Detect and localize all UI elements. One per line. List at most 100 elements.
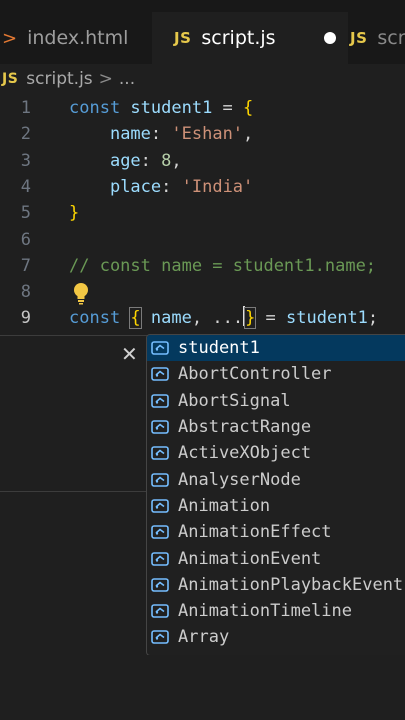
- code-token: ;: [367, 308, 379, 329]
- line-number: 7: [20, 255, 31, 276]
- suggestion-label: AbortController: [178, 364, 332, 385]
- code-line[interactable]: 4 place: 'India': [0, 174, 405, 200]
- code-line[interactable]: 1 const student1 = {: [0, 95, 405, 121]
- suggestion-label: student1: [178, 338, 260, 359]
- code-token: 'India': [181, 176, 254, 197]
- variable-icon: [147, 497, 178, 515]
- suggestion-item[interactable]: AbstractRange: [147, 414, 405, 440]
- suggestion-item[interactable]: AnalyserNode: [147, 467, 405, 493]
- code-line[interactable]: 3 age: 8,: [0, 148, 405, 174]
- suggestion-item[interactable]: Animation: [147, 493, 405, 519]
- suggestion-item[interactable]: student1: [147, 335, 405, 362]
- code-token: const: [69, 98, 131, 118]
- code-editor[interactable]: 1 const student1 = {2 name: 'Eshan', 3 age…: [0, 95, 405, 345]
- code-line[interactable]: 2 name: 'Eshan',: [0, 121, 405, 147]
- tab-index-html[interactable]: > index.html: [0, 12, 153, 64]
- js-icon: JS: [2, 71, 19, 87]
- html-chevron-icon: >: [2, 27, 18, 49]
- tab-script-partial[interactable]: JS scri: [328, 12, 405, 64]
- code-token: ,: [243, 124, 254, 145]
- code-text: age: 8,: [69, 148, 182, 174]
- suggestion-item[interactable]: AbortController: [147, 361, 405, 387]
- breadcrumb-more[interactable]: ...: [119, 69, 135, 89]
- code-token: :: [140, 150, 162, 171]
- breadcrumb-separator: >: [98, 69, 113, 89]
- code-token: place: [109, 176, 162, 197]
- line-number: 8: [20, 282, 31, 303]
- line-number: 1: [20, 98, 31, 118]
- suggest-widget: student1 AbortController AbortSignal Abstra…: [146, 334, 405, 656]
- suggestion-label: AbortSignal: [178, 390, 291, 411]
- tab-label: scri: [377, 27, 405, 49]
- variable-icon: [147, 339, 178, 357]
- line-number: 3: [20, 150, 31, 171]
- suggestion-label: AnalyserNode: [178, 469, 301, 490]
- suggestion-label: AnimationTimeline: [178, 601, 352, 622]
- code-text: name: 'Eshan',: [69, 121, 253, 147]
- code-token: =: [212, 98, 244, 118]
- js-icon: JS: [174, 29, 192, 47]
- code-line[interactable]: 8: [0, 279, 405, 305]
- code-token: 'Eshan': [171, 124, 244, 145]
- suggestion-label: ActiveXObject: [178, 443, 312, 464]
- suggestion-item[interactable]: AnimationEffect: [147, 519, 405, 545]
- code-text: }: [69, 200, 79, 226]
- code-token: =: [255, 308, 287, 329]
- code-line[interactable]: 9 const { name, ...} = student1;: [0, 305, 405, 331]
- code-token: // const name = student1.name;: [69, 255, 377, 276]
- tab-script-js[interactable]: JS script.js: [152, 12, 348, 64]
- code-token: }: [244, 307, 257, 330]
- close-icon[interactable]: ✕: [121, 342, 138, 366]
- code-text: const { name, ...} = student1;: [69, 305, 378, 331]
- suggestion-label: AbstractRange: [178, 417, 312, 438]
- code-token: age: [109, 150, 141, 171]
- suggestion-label: Animation: [178, 495, 271, 516]
- suggestion-item[interactable]: Array: [147, 624, 405, 650]
- code-line[interactable]: 7 // const name = student1.name;: [0, 253, 405, 279]
- line-number: 4: [20, 176, 31, 197]
- suggestion-label: AnimationEvent: [178, 548, 322, 569]
- code-token: student1: [130, 98, 213, 118]
- breadcrumb-file[interactable]: script.js: [26, 69, 92, 89]
- variable-icon: [147, 471, 178, 489]
- code-token: name: [150, 308, 192, 329]
- code-token: name: [109, 124, 151, 145]
- suggestion-item[interactable]: AnimationEvent: [147, 545, 405, 571]
- code-token: ,: [171, 150, 182, 171]
- suggestion-item[interactable]: AnimationPlaybackEvent: [147, 572, 405, 598]
- code-line[interactable]: 6: [0, 227, 405, 253]
- variable-icon: [147, 418, 178, 436]
- line-number: 9: [20, 308, 31, 329]
- code-token: student1: [286, 308, 368, 329]
- breadcrumb: JS script.js > ...: [0, 64, 405, 94]
- js-icon: JS: [350, 29, 368, 47]
- line-number: 6: [20, 229, 31, 250]
- suggestion-item[interactable]: AbortSignal: [147, 388, 405, 414]
- code-text: const student1 = {: [69, 95, 253, 121]
- tab-bar: > index.html JS script.js JS scri: [0, 0, 405, 64]
- line-number: 2: [20, 124, 31, 145]
- code-text: place: 'India': [69, 174, 253, 200]
- lightbulb-icon[interactable]: [72, 282, 90, 306]
- code-token: }: [69, 203, 80, 224]
- suggestion-item[interactable]: AnimationTimeline: [147, 598, 405, 624]
- code-line[interactable]: 5}: [0, 200, 405, 226]
- code-token: 8: [161, 150, 172, 171]
- variable-icon: [147, 392, 178, 410]
- code-token: :: [161, 176, 182, 197]
- suggestion-item[interactable]: ActiveXObject: [147, 440, 405, 466]
- editor-empty-area: [0, 655, 405, 720]
- code-token: , ...: [191, 308, 244, 329]
- suggestion-label: AnimationPlaybackEvent: [178, 574, 404, 595]
- code-token: {: [129, 307, 142, 330]
- code-token: :: [150, 124, 172, 145]
- variable-icon: [147, 365, 178, 383]
- variable-icon: [147, 576, 178, 594]
- code-text: // const name = student1.name;: [69, 253, 376, 279]
- code-token: const: [69, 308, 131, 329]
- code-token: {: [243, 98, 254, 118]
